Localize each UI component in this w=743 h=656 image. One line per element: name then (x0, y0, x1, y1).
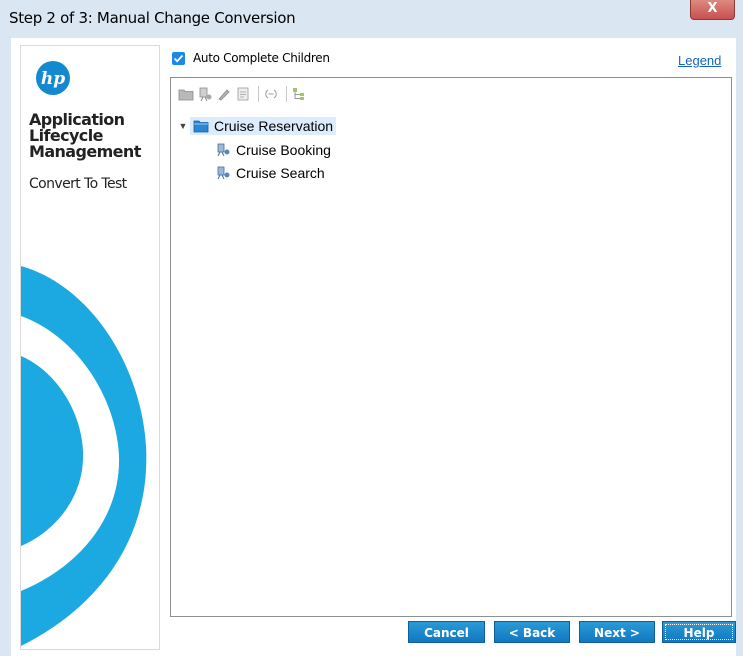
product-name-line-3: Management (29, 142, 141, 161)
link-icon[interactable] (263, 86, 279, 102)
test-icon (217, 143, 230, 157)
hp-logo-icon: hp (36, 61, 70, 95)
legend-link[interactable]: Legend (678, 53, 721, 68)
document-icon[interactable] (235, 86, 251, 102)
tree-node-label: Cruise Booking (236, 142, 331, 158)
tree-toolbar (178, 84, 310, 104)
auto-complete-children-label[interactable]: Auto Complete Children (193, 51, 330, 65)
window-frame-right (736, 38, 743, 656)
folder-icon[interactable] (178, 86, 194, 102)
tree-node-cruise-search[interactable]: Cruise Search (215, 163, 325, 183)
auto-complete-children-checkbox[interactable] (172, 52, 185, 65)
toolbar-separator (258, 86, 259, 102)
title-bar: Step 2 of 3: Manual Change Conversion X (0, 0, 743, 38)
tree-node-label: Cruise Search (236, 165, 325, 181)
test-tree-panel: ▼ Cruise Reservation Cruise Booking Crui… (170, 77, 732, 617)
checkmark-icon (173, 54, 184, 63)
product-name: Application Lifecycle Management (29, 112, 159, 160)
wizard-subtitle: Convert To Test (29, 176, 127, 192)
tree-node-label: Cruise Reservation (214, 118, 334, 134)
collapse-arrow-icon[interactable]: ▼ (178, 121, 188, 131)
cancel-button[interactable]: Cancel (408, 621, 485, 643)
test-icon (217, 166, 230, 180)
decorative-swoosh-graphic (21, 266, 147, 646)
toolbar-separator (286, 86, 287, 102)
help-button[interactable]: Help (662, 621, 736, 643)
folder-icon (193, 120, 209, 133)
close-button[interactable]: X (690, 0, 735, 20)
window-frame-left (0, 38, 11, 656)
test-icon[interactable] (197, 86, 213, 102)
tree-view-icon[interactable] (291, 86, 307, 102)
tree-node-cruise-reservation[interactable]: ▼ Cruise Reservation (178, 116, 337, 136)
tree-node-cruise-booking[interactable]: Cruise Booking (215, 140, 331, 160)
branding-panel: hp Application Lifecycle Management Conv… (20, 45, 160, 650)
back-button[interactable]: < Back (494, 621, 570, 643)
window-title: Step 2 of 3: Manual Change Conversion (9, 9, 296, 27)
next-button[interactable]: Next > (579, 621, 655, 643)
pen-icon[interactable] (216, 86, 232, 102)
hp-logo-text: hp (41, 69, 65, 89)
